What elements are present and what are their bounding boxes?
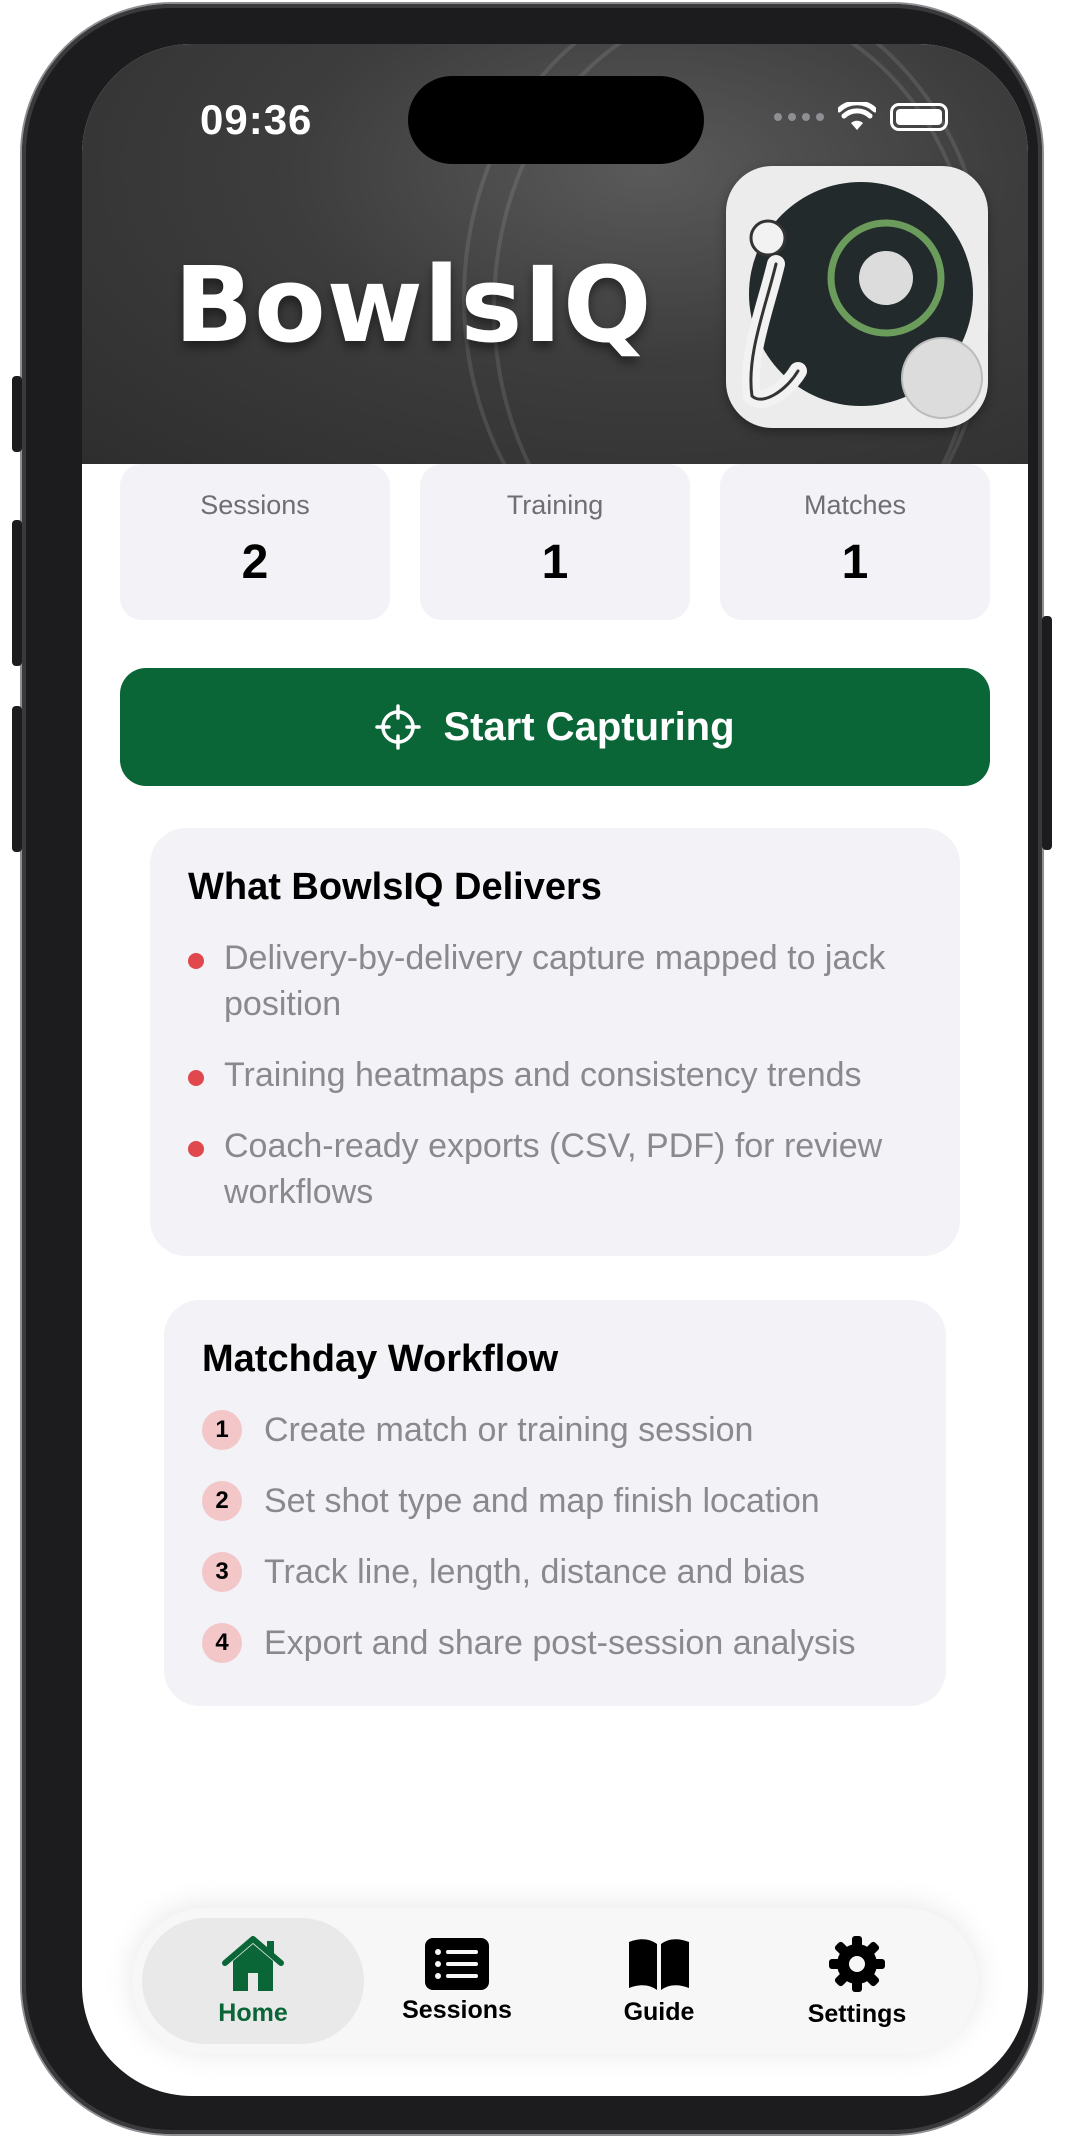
step-text: Track line, length, distance and bias: [264, 1552, 806, 1591]
list-item-text: Training heatmaps and consistency trends: [224, 1056, 862, 1094]
list-item: Delivery-by-delivery capture mapped to j…: [188, 935, 922, 1027]
volume-down-button: [12, 706, 22, 852]
house-icon: [222, 1935, 284, 1991]
app-title: BowlsIQ: [174, 244, 653, 366]
tab-settings[interactable]: Settings: [746, 1918, 968, 2044]
step-text: Export and share post-session analysis: [264, 1623, 856, 1662]
battery-icon: [890, 103, 948, 131]
workflow-step: 2 Set shot type and map finish location: [202, 1478, 908, 1524]
list-icon: [425, 1937, 489, 1990]
tab-label: Settings: [807, 1999, 907, 2028]
stat-label: Matches: [803, 490, 907, 520]
bullet-icon: [188, 1141, 204, 1157]
step-text: Create match or training session: [264, 1410, 754, 1449]
dynamic-island: [408, 76, 704, 164]
gear-icon: [829, 1935, 885, 1992]
workflow-card: Matchday Workflow 1 Create match or trai…: [164, 1300, 946, 1706]
step-text: Set shot type and map finish location: [264, 1481, 820, 1520]
stat-card-sessions: Sessions 2: [120, 464, 390, 620]
step-number-badge: 2: [202, 1481, 242, 1521]
stat-value: 1: [541, 536, 569, 589]
phone-frame: 09:36 BowlsIQ Sessions 2 Training 1 Matc…: [22, 4, 1042, 2134]
delivers-card: What BowlsIQ Delivers Delivery-by-delive…: [150, 828, 960, 1256]
tab-bar: Home Sessions Guide Settings: [132, 1908, 978, 2054]
start-capturing-label: Start Capturing: [443, 704, 735, 749]
start-capturing-button[interactable]: Start Capturing: [120, 668, 990, 786]
tab-sessions[interactable]: Sessions: [346, 1918, 568, 2044]
step-number-badge: 3: [202, 1552, 242, 1592]
power-button: [1042, 616, 1052, 850]
list-item-text: Coach-ready exports (CSV, PDF) for revie…: [224, 1127, 883, 1211]
workflow-title: Matchday Workflow: [202, 1338, 559, 1380]
stat-label: Training: [506, 490, 604, 520]
tab-label: Home: [218, 1998, 288, 2027]
tab-label: Sessions: [402, 1995, 512, 2024]
stat-card-matches: Matches 1: [720, 464, 990, 620]
list-item: Coach-ready exports (CSV, PDF) for revie…: [188, 1123, 922, 1215]
stat-value: 1: [841, 536, 869, 589]
delivers-title: What BowlsIQ Delivers: [188, 866, 602, 908]
workflow-step: 4 Export and share post-session analysis: [202, 1620, 908, 1666]
book-icon: [629, 1938, 689, 1990]
stat-label: Sessions: [200, 490, 310, 520]
bullet-icon: [188, 1070, 204, 1086]
signal-icon: [774, 113, 824, 121]
bowlsiq-logo-icon: [726, 166, 988, 428]
wifi-icon: [838, 102, 876, 130]
stat-value: 2: [241, 536, 269, 589]
status-time: 09:36: [200, 96, 313, 143]
screen: 09:36 BowlsIQ Sessions 2 Training 1 Matc…: [82, 44, 1028, 2096]
header-banner: 09:36 BowlsIQ: [82, 44, 1028, 464]
workflow-step: 3 Track line, length, distance and bias: [202, 1549, 908, 1595]
workflow-step: 1 Create match or training session: [202, 1407, 908, 1453]
crosshair-icon: [375, 704, 422, 750]
stat-card-training: Training 1: [420, 464, 690, 620]
action-button: [12, 376, 22, 452]
stats-row: Sessions 2 Training 1 Matches 1: [120, 464, 990, 620]
tab-label: Guide: [623, 1997, 695, 2026]
step-number-badge: 4: [202, 1623, 242, 1663]
status-icons: [774, 102, 948, 132]
list-item: Training heatmaps and consistency trends: [188, 1052, 922, 1098]
list-item-text: Delivery-by-delivery capture mapped to j…: [224, 939, 886, 1023]
tab-home[interactable]: Home: [142, 1918, 364, 2044]
step-number-badge: 1: [202, 1410, 242, 1450]
volume-up-button: [12, 520, 22, 666]
bullet-icon: [188, 953, 204, 969]
tab-guide[interactable]: Guide: [548, 1918, 770, 2044]
